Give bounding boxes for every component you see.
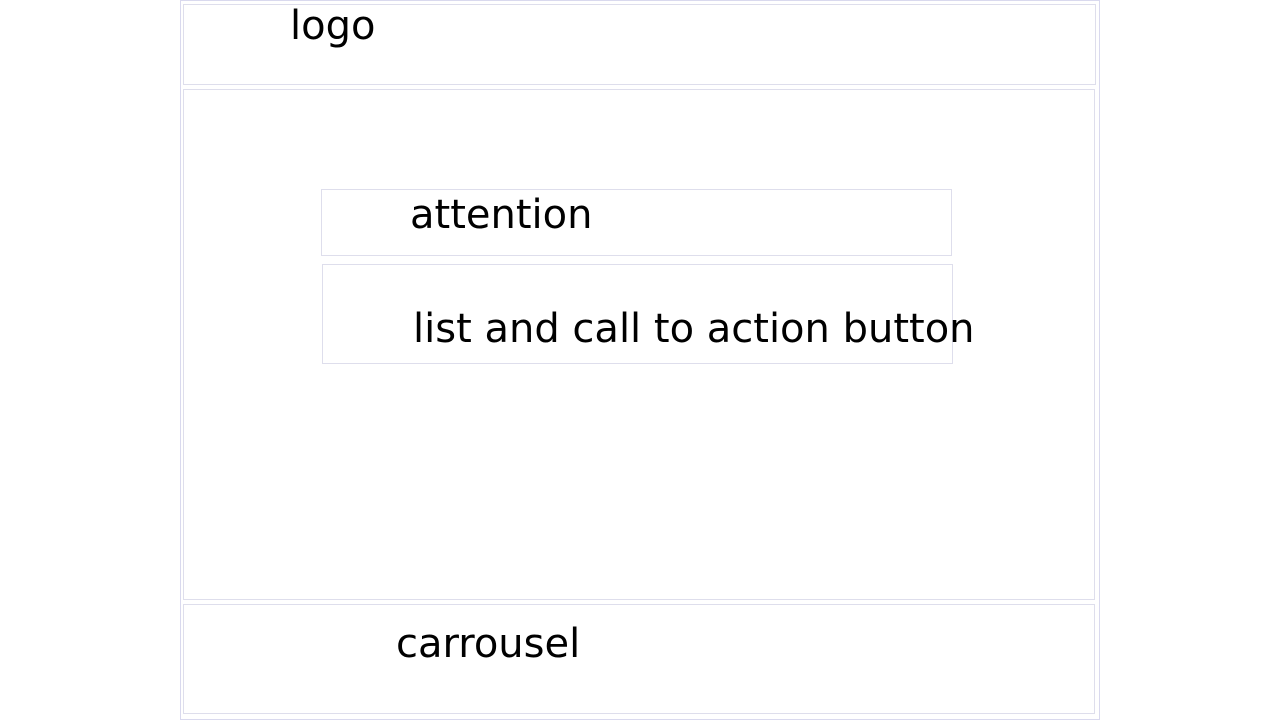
- carousel-placeholder-label: carrousel: [396, 621, 581, 667]
- list-and-cta-placeholder-label: list and call to action button: [413, 306, 975, 352]
- logo-placeholder-label: logo: [290, 3, 376, 49]
- attention-placeholder-label: attention: [410, 192, 593, 238]
- carousel-region[interactable]: [183, 604, 1095, 714]
